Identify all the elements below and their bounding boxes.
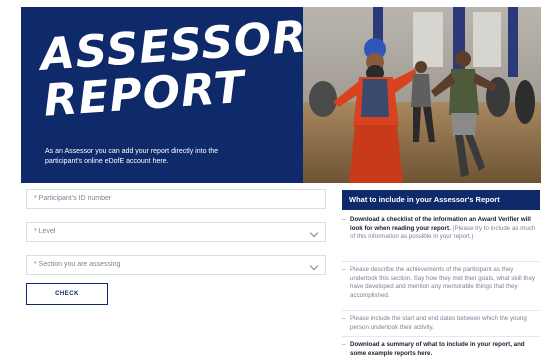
guidance-heading: What to include in your Assessor's Repor… xyxy=(342,190,540,210)
dancers-photo-illustration xyxy=(303,7,541,183)
hero-photo xyxy=(303,7,541,183)
dash-icon: – xyxy=(342,341,346,348)
divider xyxy=(342,261,540,262)
guidance-text: Download a summary of what to include in… xyxy=(350,341,538,358)
hero-banner: ASSESSOR'S REPORT As an Assessor you can… xyxy=(21,7,541,183)
guidance-text: Download a checklist of the information … xyxy=(350,216,538,242)
section-placeholder: * Section you are assessing xyxy=(34,261,121,268)
guidance-text: Please describe the achievements of the … xyxy=(350,266,536,299)
hero-title-panel: ASSESSOR'S REPORT As an Assessor you can… xyxy=(21,7,356,183)
check-button[interactable]: CHECK xyxy=(26,283,108,305)
guidance-text: Please include the start and end dates b… xyxy=(350,315,527,331)
dash-icon: – xyxy=(342,266,346,273)
hero-description: As an Assessor you can add your report d… xyxy=(45,148,219,165)
level-placeholder: * Level xyxy=(34,228,56,235)
assessor-report-page: ASSESSOR'S REPORT As an Assessor you can… xyxy=(0,0,549,362)
section-select[interactable]: * Section you are assessing xyxy=(26,255,326,275)
dash-icon: – xyxy=(342,216,346,223)
dash-icon: – xyxy=(342,315,346,322)
chevron-down-icon xyxy=(309,228,319,238)
participant-id-placeholder: * Participant's ID number xyxy=(34,195,112,202)
level-select[interactable]: * Level xyxy=(26,222,326,242)
page-title: ASSESSOR'S REPORT xyxy=(39,8,356,127)
summary-download-link[interactable]: Download a summary of what to include in… xyxy=(350,341,525,357)
participant-id-input[interactable]: * Participant's ID number xyxy=(26,189,326,209)
divider xyxy=(342,310,540,311)
chevron-down-icon xyxy=(309,261,319,271)
divider xyxy=(342,336,540,337)
